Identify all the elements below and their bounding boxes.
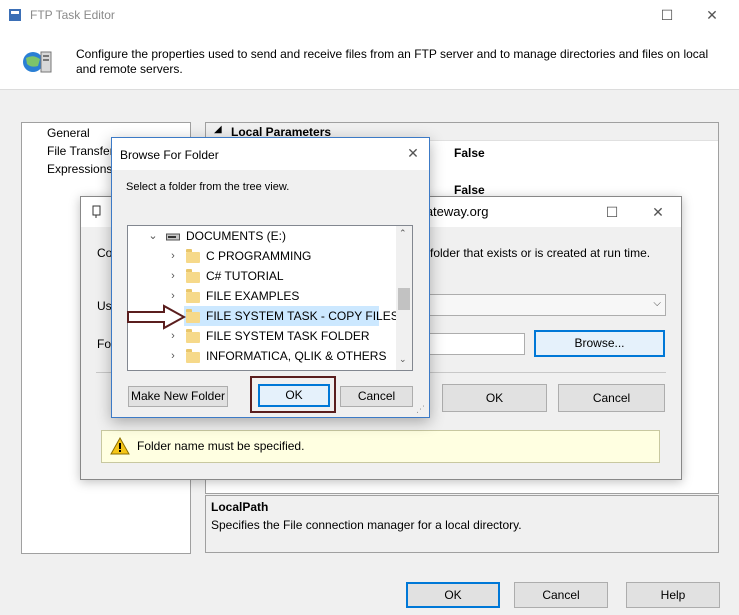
browse-button[interactable]: Browse... — [534, 330, 665, 357]
scrollbar-thumb[interactable] — [398, 288, 410, 310]
tree-item-folder[interactable]: › INFORMATICA, QLIK & OTHERS — [128, 346, 396, 366]
tree-item-label: C PROGRAMMING — [206, 249, 312, 263]
tree-scrollbar[interactable]: ⌃ ⌄ — [396, 226, 412, 370]
browse-cancel-button[interactable]: Cancel — [340, 386, 413, 407]
tree-item-label: C# TUTORIAL — [206, 269, 284, 283]
partial-label: Us — [97, 299, 112, 313]
warning-bar: Folder name must be specified. — [101, 430, 660, 463]
tree-item-folder-selected[interactable]: FILE SYSTEM TASK - COPY FILES — [184, 306, 399, 326]
folder-input[interactable] — [420, 333, 525, 355]
drive-icon — [166, 233, 180, 241]
close-icon[interactable]: ✕ — [643, 201, 673, 223]
tree-item-label: FILE EXAMPLES — [206, 289, 300, 303]
folder-icon — [186, 249, 200, 263]
collapse-icon[interactable]: ◢ — [214, 124, 222, 135]
tree-item-label: DOCUMENTS (E:) — [186, 229, 286, 243]
folder-icon — [186, 269, 200, 283]
folder-icon — [186, 309, 200, 323]
property-description-box: LocalPath Specifies the File connection … — [205, 495, 719, 553]
tree-item-label: INFORMATICA, QLIK & OTHERS — [206, 349, 387, 363]
scroll-up-icon[interactable]: ⌃ — [399, 228, 407, 239]
editor-description: Configure the properties used to send an… — [76, 47, 709, 76]
partial-label: Fo — [97, 337, 112, 351]
close-icon[interactable]: ✕ — [398, 142, 428, 164]
window-title: FTP Task Editor — [30, 8, 115, 22]
annotation-arrow-icon — [127, 304, 186, 330]
tree-item-folder[interactable]: › FILE EXAMPLES — [128, 286, 396, 306]
folder-icon — [186, 329, 200, 343]
nav-item-file-transfer[interactable]: File Transfer — [47, 144, 114, 158]
browse-ok-button[interactable]: OK — [258, 384, 330, 407]
main-help-button[interactable]: Help — [626, 582, 720, 608]
browse-instruction: Select a folder from the tree view. — [126, 181, 290, 193]
property-name: LocalPath — [211, 500, 269, 514]
grid-value[interactable]: False — [454, 183, 485, 197]
tree-item-label: FILE SYSTEM TASK - COPY FILES — [206, 309, 399, 323]
main-ok-button[interactable]: OK — [406, 582, 500, 608]
property-help-text: Specifies the File connection manager fo… — [211, 518, 522, 532]
grid-value[interactable]: False — [454, 146, 485, 160]
maximize-icon[interactable]: ☐ — [597, 201, 627, 223]
chevron-right-icon[interactable]: › — [168, 346, 178, 366]
resize-grip-icon[interactable]: ⋰ — [416, 404, 425, 415]
nav-item-expressions[interactable]: Expressions — [47, 162, 112, 176]
tree-item-label: FILE SYSTEM TASK FOLDER — [206, 329, 370, 343]
ftp-globe-icon — [23, 51, 52, 73]
browse-dialog-title: Browse For Folder — [120, 148, 219, 162]
warning-text: Folder name must be specified. — [137, 439, 305, 453]
file-conn-ok-button[interactable]: OK — [442, 384, 547, 412]
folder-icon — [186, 349, 200, 363]
warning-icon — [110, 437, 130, 455]
scroll-down-icon[interactable]: ⌄ — [399, 354, 407, 365]
chevron-right-icon[interactable]: › — [168, 246, 178, 266]
usage-type-select[interactable]: ⌵ — [420, 294, 666, 316]
usage-hint: folder that exists or is created at run … — [430, 246, 651, 260]
ftp-app-icon — [9, 9, 21, 21]
maximize-icon[interactable]: ☐ — [652, 4, 682, 26]
tree-item-drive[interactable]: ⌄ DOCUMENTS (E:) — [128, 226, 396, 246]
chevron-right-icon[interactable]: › — [168, 266, 178, 286]
tree-item-folder[interactable]: › C PROGRAMMING — [128, 246, 396, 266]
chevron-down-icon: ⌵ — [653, 298, 661, 309]
make-new-folder-button[interactable]: Make New Folder — [128, 386, 228, 407]
nav-item-general[interactable]: General — [47, 126, 90, 140]
folder-icon — [186, 289, 200, 303]
chevron-down-icon[interactable]: ⌄ — [148, 226, 158, 246]
chevron-right-icon[interactable]: › — [168, 286, 178, 306]
main-cancel-button[interactable]: Cancel — [514, 582, 608, 608]
file-conn-cancel-button[interactable]: Cancel — [558, 384, 665, 412]
tree-item-folder[interactable]: › C# TUTORIAL — [128, 266, 396, 286]
close-icon[interactable]: ✕ — [697, 4, 727, 26]
connection-icon — [92, 205, 101, 218]
